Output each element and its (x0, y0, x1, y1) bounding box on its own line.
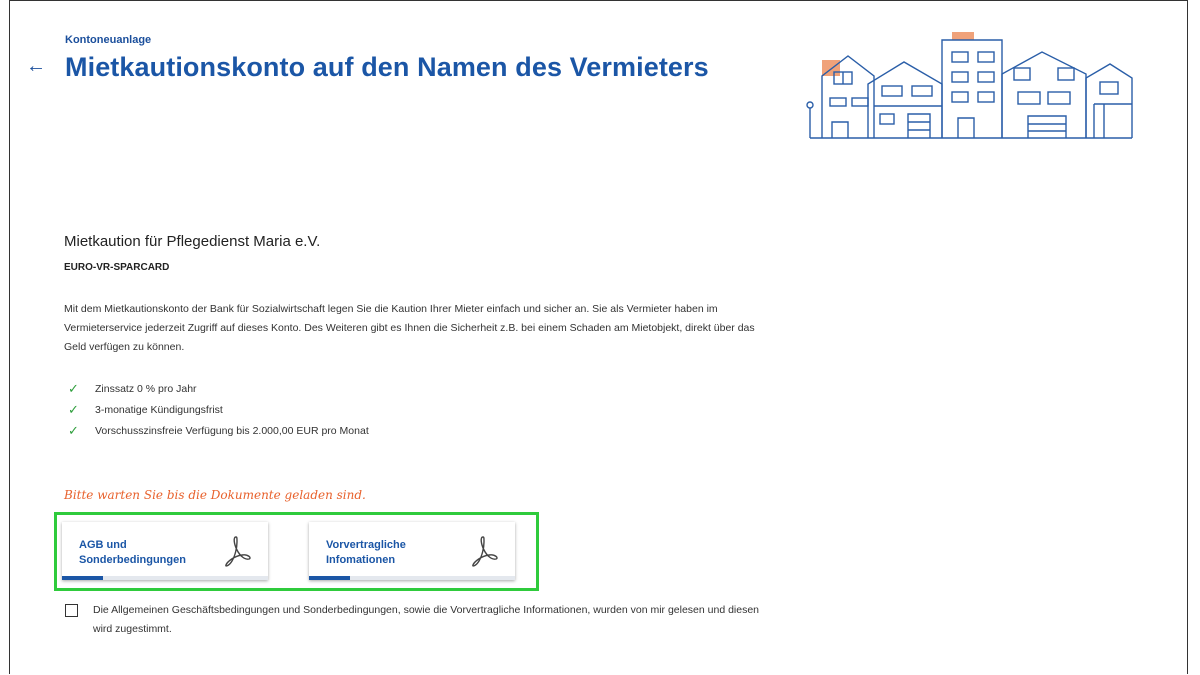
check-icon: ✓ (68, 401, 79, 417)
feature-item: ✓ 3-monatige Kündigungsfrist (64, 399, 369, 420)
product-name: Mietkaution für Pflegedienst Maria e.V. (64, 233, 321, 250)
document-label-line1: AGB und (79, 539, 127, 551)
product-description: Mit dem Mietkautionskonto der Bank für S… (64, 303, 755, 353)
feature-label: 3-monatige Kündigungsfrist (95, 403, 223, 416)
vorvertragliche-document-button[interactable]: Vorvertragliche Infomationen (309, 522, 515, 580)
document-progress-bar (62, 576, 268, 580)
document-label-line2: Sonderbedingungen (79, 554, 186, 566)
page-title: Mietkautionskonto auf den Namen des Verm… (65, 52, 709, 82)
document-label: AGB und Sonderbedingungen (79, 538, 209, 568)
consent-checkbox[interactable] (65, 604, 78, 617)
breadcrumb: Kontoneuanlage (65, 34, 152, 46)
back-arrow-icon[interactable]: ← (26, 55, 46, 78)
document-label-line1: Vorvertragliche (326, 539, 406, 551)
feature-label: Zinssatz 0 % pro Jahr (95, 382, 197, 395)
document-label-line2: Infomationen (326, 554, 396, 566)
document-progress-bar (309, 576, 515, 580)
feature-label: Vorschusszinsfreie Verfügung bis 2.000,0… (95, 424, 369, 437)
check-icon: ✓ (68, 422, 79, 438)
document-progress-fill (309, 576, 351, 580)
check-icon: ✓ (68, 380, 79, 396)
document-label: Vorvertragliche Infomationen (326, 538, 456, 568)
feature-list: ✓ Zinssatz 0 % pro Jahr ✓ 3-monatige Kün… (64, 378, 369, 441)
document-progress-fill (62, 576, 104, 580)
agb-document-button[interactable]: AGB und Sonderbedingungen (62, 522, 268, 580)
pdf-icon (225, 536, 251, 567)
consent-text: Die Allgemeinen Geschäftsbedingungen und… (93, 604, 760, 635)
feature-item: ✓ Zinssatz 0 % pro Jahr (64, 378, 369, 399)
loading-note: Bitte warten Sie bis die Dokumente gelad… (64, 488, 366, 502)
houses-illustration (806, 32, 1133, 139)
feature-item: ✓ Vorschusszinsfreie Verfügung bis 2.000… (64, 420, 369, 441)
pdf-icon (472, 536, 498, 567)
product-type: EURO-VR-SPARCARD (64, 262, 170, 273)
